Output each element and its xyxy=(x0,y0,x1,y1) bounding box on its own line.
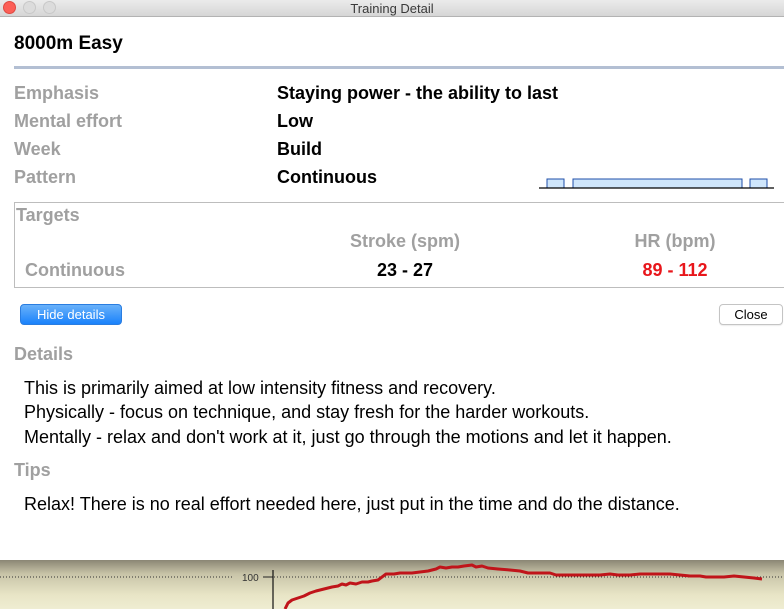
background-hr-chart: 100 xyxy=(0,560,784,609)
info-value: Low xyxy=(277,111,313,131)
window-close-button[interactable] xyxy=(3,1,16,14)
close-button[interactable]: Close xyxy=(719,304,783,325)
workout-title: 8000m Easy xyxy=(14,33,123,54)
details-line: This is primarily aimed at low intensity… xyxy=(24,378,496,398)
targets-title: Targets xyxy=(16,205,80,225)
info-label: Emphasis xyxy=(14,83,100,103)
info-value: Build xyxy=(277,139,322,159)
background-chart-svg: 100 xyxy=(0,563,784,609)
tips-heading: Tips xyxy=(14,460,51,480)
targets-column-hr: HR (bpm) xyxy=(634,231,716,251)
window-zoom-button[interactable] xyxy=(43,1,56,14)
title-divider xyxy=(14,66,784,69)
info-label: Mental effort xyxy=(14,111,122,131)
training-detail-panel: 8000m Easy Emphasis Staying power - the … xyxy=(0,18,784,560)
pattern-graph xyxy=(539,178,774,189)
hr-series-line xyxy=(283,563,763,609)
details-heading: Details xyxy=(14,344,74,364)
window-minimize-button[interactable] xyxy=(23,1,36,14)
info-label: Week xyxy=(14,139,61,159)
targets-hr-value: 89 - 112 xyxy=(642,260,708,280)
window-title: Training Detail xyxy=(350,1,434,16)
details-line: Physically - focus on technique, and sta… xyxy=(24,402,590,422)
tips-line: Relax! There is no real effort needed he… xyxy=(24,494,680,514)
window-titlebar: Training Detail xyxy=(0,0,784,17)
targets-panel: Targets Stroke (spm) HR (bpm) Continuous… xyxy=(14,202,784,288)
info-value: Staying power - the ability to last xyxy=(277,83,559,103)
y-tick-label: 100 xyxy=(242,573,259,584)
hide-details-button[interactable]: Hide details xyxy=(20,304,122,325)
details-line: Mentally - relax and don't work at it, j… xyxy=(24,427,672,447)
targets-row-label: Continuous xyxy=(25,260,125,280)
info-label: Pattern xyxy=(14,167,77,187)
pattern-segment-cooldown xyxy=(749,178,768,189)
targets-column-stroke: Stroke (spm) xyxy=(349,231,461,251)
targets-stroke-value: 23 - 27 xyxy=(376,260,434,280)
info-value: Continuous xyxy=(277,167,377,187)
pattern-segment-main xyxy=(572,178,743,189)
pattern-segment-warmup xyxy=(546,178,565,189)
